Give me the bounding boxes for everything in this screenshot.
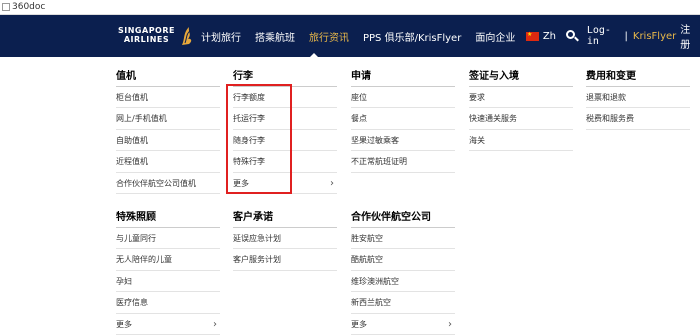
menu-pps-krisflyer[interactable]: PPS 俱乐部/KrisFlyer [363,29,461,44]
list-item[interactable]: 酷航航空 [351,249,455,271]
column-title: 值机 [116,66,220,87]
column-special-care: 特殊照顾 与儿童同行 无人陪伴的儿童 孕妇 医疗信息 更多 › [116,207,220,335]
chevron-right-icon: › [330,177,334,189]
page-icon [2,3,10,11]
column-check-in: 值机 柜台值机 网上/手机值机 自助值机 近程值机 合作伙伴航空公司值机 [116,66,220,194]
list-item[interactable]: 座位 [351,87,455,109]
chevron-right-icon: › [448,318,452,330]
utility-nav: Zh Log-in | KrisFlyer 注册 [526,15,700,57]
list-item[interactable]: 胜安航空 [351,228,455,250]
list-item[interactable]: 要求 [469,87,573,109]
column-fees-changes: 费用和变更 退票和退款 税费和服务费 [586,66,690,130]
list-item[interactable]: 网上/手机值机 [116,108,220,130]
list-item[interactable]: 海关 [469,130,573,152]
register-link[interactable]: 注册 [680,21,700,51]
column-visa-entry: 签证与入境 要求 快速通关服务 海关 [469,66,573,152]
column-partner-airlines: 合作伙伴航空公司 胜安航空 酷航航空 维珍澳洲航空 新西兰航空 更多 › [351,207,455,335]
menu-travel-info[interactable]: 旅行资讯 [309,29,349,44]
divider: | [624,30,628,42]
singapore-airlines-logo[interactable]: SINGAPORE AIRLINES [118,25,195,45]
list-item[interactable]: 与儿童同行 [116,228,220,250]
list-item[interactable]: 柜台值机 [116,87,220,109]
menu-flying[interactable]: 搭乘航班 [255,29,295,44]
column-customer-commitment: 客户承诺 延误应急计划 客户服务计划 [233,207,337,271]
list-item[interactable]: 坚果过敏乘客 [351,130,455,152]
list-item[interactable]: 维珍澳洲航空 [351,271,455,293]
main-menu: 计划旅行 搭乘航班 旅行资讯 PPS 俱乐部/KrisFlyer 面向企业 [201,15,529,57]
column-requests: 申请 座位 餐点 坚果过敏乘客 不正常航班证明 [351,66,455,173]
logo-line1: SINGAPORE [118,26,175,35]
list-item[interactable]: 退票和退款 [586,87,690,109]
list-item[interactable]: 不正常航班证明 [351,151,455,173]
list-item[interactable]: 孕妇 [116,271,220,293]
krisflyer-link[interactable]: KrisFlyer [633,31,676,42]
list-item[interactable]: 新西兰航空 [351,292,455,314]
highlight-annotation-box [226,84,292,194]
top-navigation: SINGAPORE AIRLINES 计划旅行 搭乘航班 旅行资讯 PPS 俱乐… [0,15,700,59]
list-item[interactable]: 自助值机 [116,130,220,152]
language-selector[interactable]: Zh [543,31,556,42]
browser-tab-strip: 360doc [0,0,700,15]
tab-title[interactable]: 360doc [12,2,45,12]
list-item[interactable]: 医疗信息 [116,292,220,314]
active-menu-indicator [308,53,320,59]
list-item[interactable]: 快速通关服务 [469,108,573,130]
more-label: 更多 [116,319,132,329]
chevron-right-icon: › [213,318,217,330]
column-title: 合作伙伴航空公司 [351,207,455,228]
column-title: 特殊照顾 [116,207,220,228]
column-title: 客户承诺 [233,207,337,228]
list-item[interactable]: 无人陪伴的儿童 [116,249,220,271]
list-item[interactable]: 合作伙伴航空公司值机 [116,173,220,194]
login-link[interactable]: Log-in [587,25,623,47]
menu-plan-travel[interactable]: 计划旅行 [201,29,241,44]
column-title: 申请 [351,66,455,87]
china-flag-icon[interactable] [526,31,539,41]
list-item[interactable]: 延误应急计划 [233,228,337,250]
more-label: 更多 [351,319,367,329]
column-title: 签证与入境 [469,66,573,87]
bird-logo-icon [179,25,195,45]
list-item[interactable]: 客户服务计划 [233,249,337,271]
column-title: 费用和变更 [586,66,690,87]
list-item[interactable]: 税费和服务费 [586,108,690,130]
menu-business[interactable]: 面向企业 [475,29,515,44]
logo-line2: AIRLINES [123,35,170,44]
list-item[interactable]: 餐点 [351,108,455,130]
list-item[interactable]: 近程值机 [116,151,220,173]
search-icon[interactable] [566,30,580,42]
